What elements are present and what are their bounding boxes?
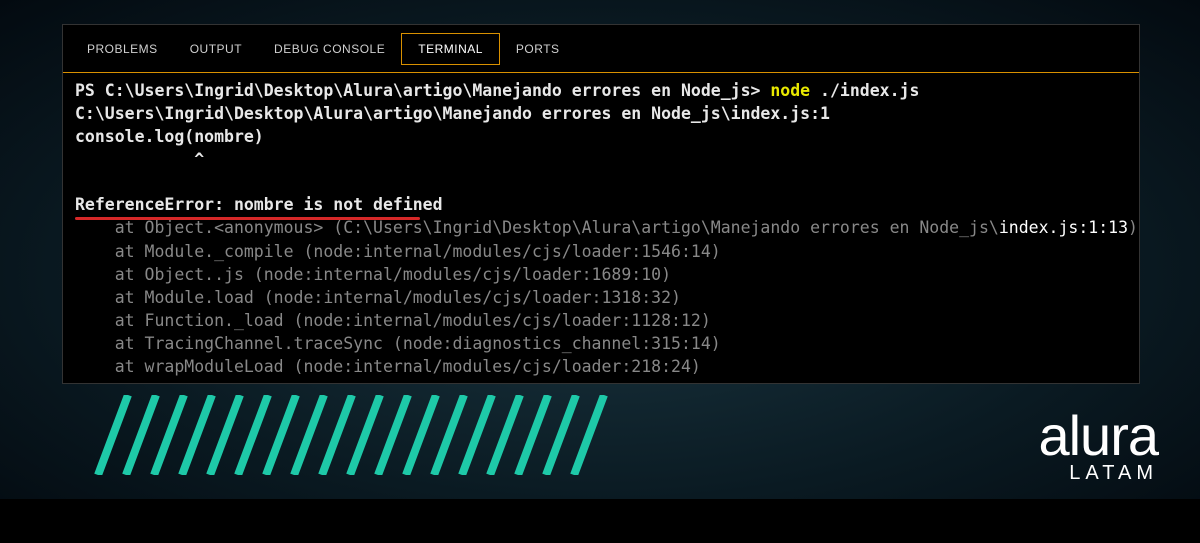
prompt-line: PS C:\Users\Ingrid\Desktop\Alura\artigo\… — [75, 79, 1127, 102]
panel-tabs: PROBLEMS OUTPUT DEBUG CONSOLE TERMINAL P… — [63, 25, 1139, 73]
tab-output[interactable]: OUTPUT — [174, 34, 258, 64]
terminal-output[interactable]: PS C:\Users\Ingrid\Desktop\Alura\artigo\… — [63, 73, 1139, 384]
bottom-bar — [0, 499, 1200, 543]
error-source-path: C:\Users\Ingrid\Desktop\Alura\artigo\Man… — [75, 102, 1127, 125]
stack-frame-6: at wrapModuleLoad (node:internal/modules… — [75, 355, 1127, 378]
tab-ports[interactable]: PORTS — [500, 34, 576, 64]
stack-frame-4: at Function._load (node:internal/modules… — [75, 309, 1127, 332]
error-code-line: console.log(nombre) — [75, 125, 1127, 148]
tab-terminal[interactable]: TERMINAL — [401, 33, 500, 65]
decorative-stripes — [78, 395, 618, 475]
stack-frame-5: at TracingChannel.traceSync (node:diagno… — [75, 332, 1127, 355]
brand-logo: alura LATAM — [1038, 408, 1158, 485]
terminal-window: PROBLEMS OUTPUT DEBUG CONSOLE TERMINAL P… — [62, 24, 1140, 384]
command-node: node — [770, 81, 810, 100]
stack-frame-3: at Module.load (node:internal/modules/cj… — [75, 286, 1127, 309]
tab-debug-console[interactable]: DEBUG CONSOLE — [258, 34, 401, 64]
stack-frame-2: at Object..js (node:internal/modules/cjs… — [75, 263, 1127, 286]
error-caret: ^ — [75, 148, 1127, 171]
error-message: ReferenceError: nombre is not defined — [75, 193, 443, 216]
stack-frame-1: at Module._compile (node:internal/module… — [75, 240, 1127, 263]
tab-problems[interactable]: PROBLEMS — [71, 34, 174, 64]
logo-main-text: alura — [1038, 408, 1158, 464]
command-arg: ./index.js — [810, 81, 919, 100]
shell-prompt: PS C:\Users\Ingrid\Desktop\Alura\artigo\… — [75, 81, 770, 100]
